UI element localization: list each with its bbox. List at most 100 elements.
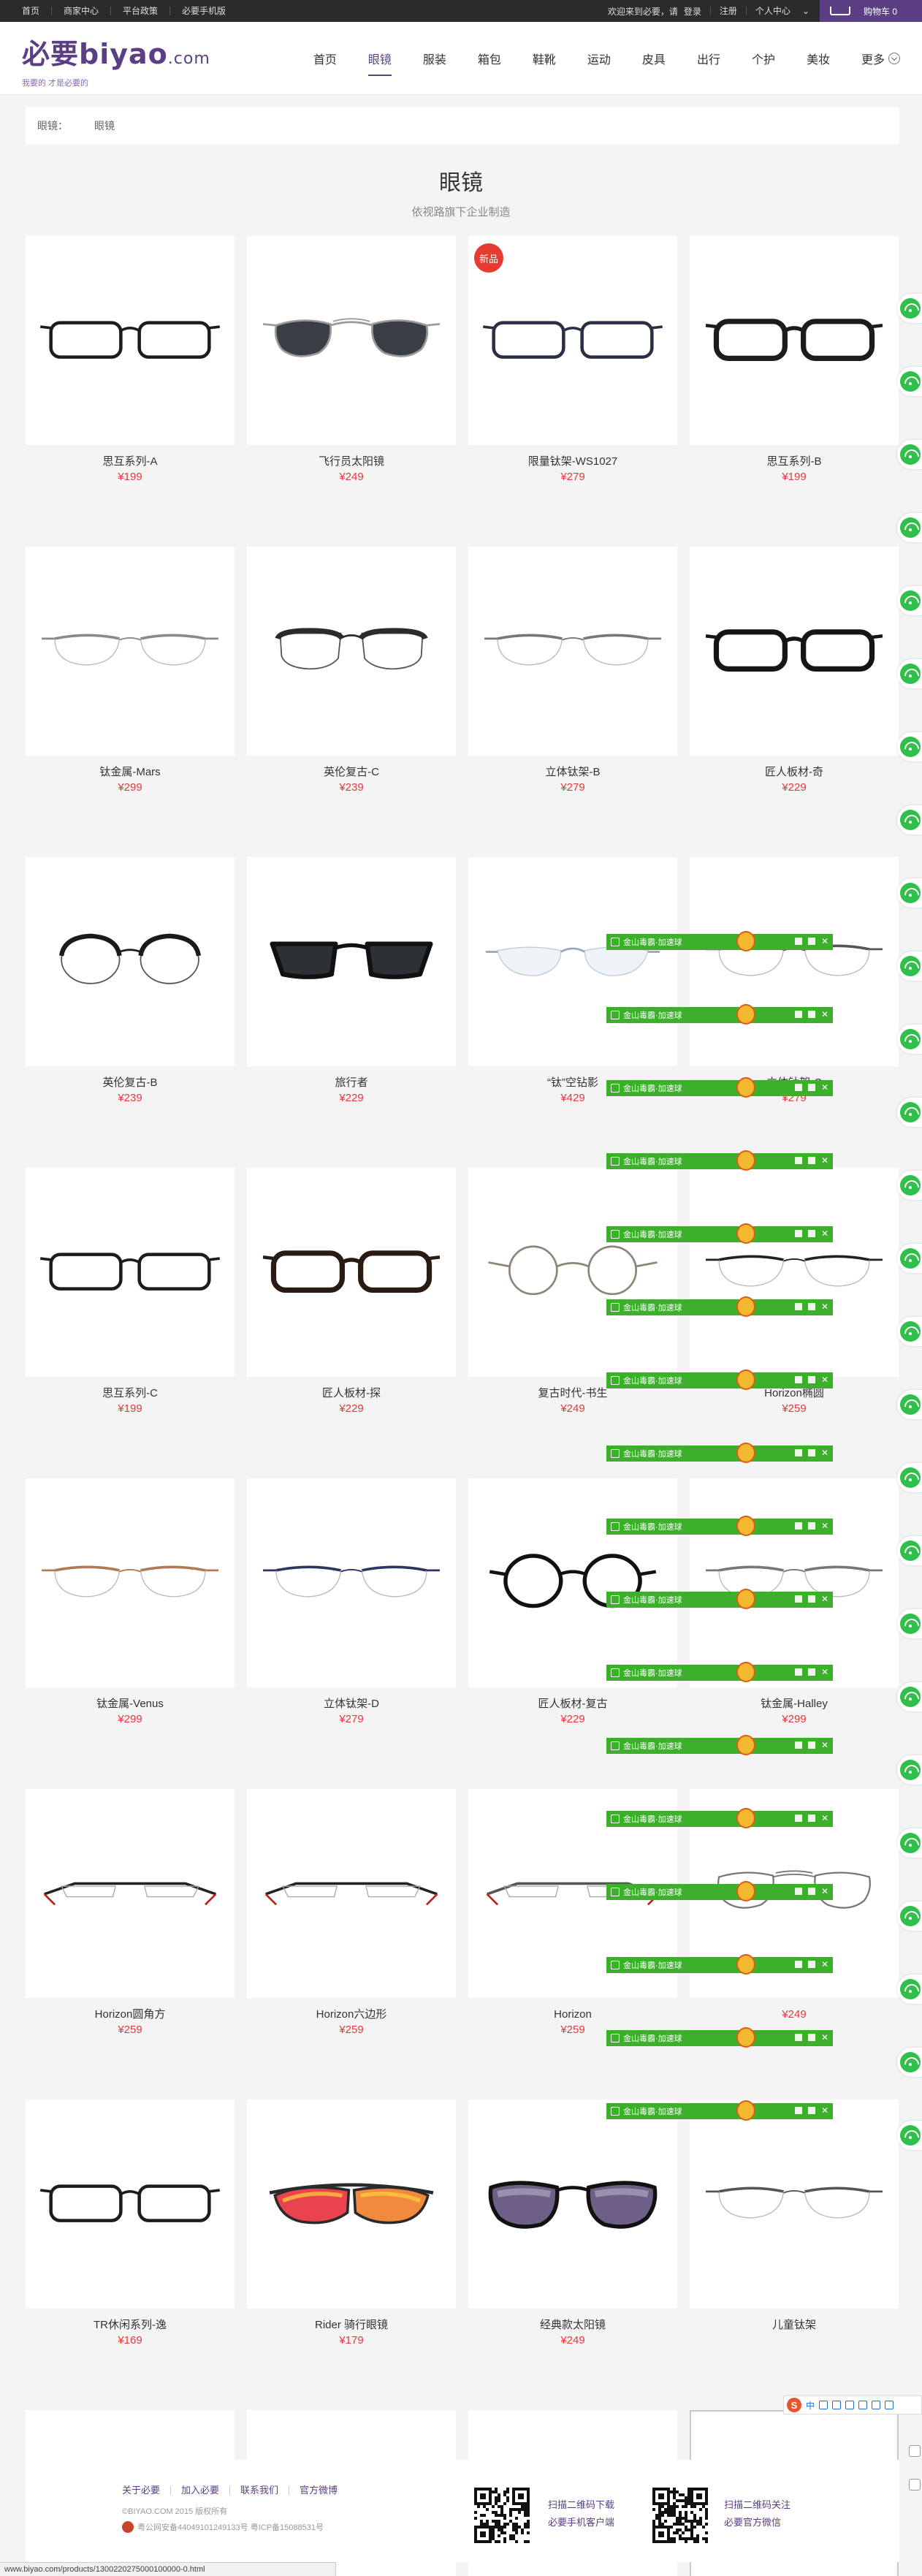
chat-icon[interactable] [807, 1668, 815, 1676]
product-image[interactable] [247, 547, 456, 756]
product-image[interactable] [690, 2100, 899, 2309]
product-name[interactable]: 立体钛架-D [247, 1698, 456, 1711]
product-image[interactable] [468, 547, 677, 756]
product-card[interactable]: 思互系列-B ¥199 [690, 236, 899, 484]
wifi-icon[interactable] [897, 513, 922, 542]
grid-icon[interactable] [794, 1668, 802, 1676]
wifi-icon[interactable] [897, 805, 922, 835]
accelerator-toolbar[interactable]: 金山毒霸·加速球 ✕ [606, 1150, 833, 1171]
product-card[interactable]: 经典款太阳镜 ¥249 [468, 2100, 677, 2347]
product-name[interactable]: 匠人板材-奇 [690, 766, 899, 779]
grid-icon[interactable] [794, 1888, 802, 1895]
accelerator-toolbar[interactable]: 金山毒霸·加速球 ✕ [606, 1443, 833, 1463]
accelerator-toolbar[interactable]: 金山毒霸·加速球 ✕ [606, 1881, 833, 1901]
product-image[interactable] [690, 1478, 899, 1687]
chat-icon[interactable] [807, 1449, 815, 1456]
top-link-policy[interactable]: 平台政策 [111, 7, 171, 15]
app-qr-line2[interactable]: 必要手机客户端 [548, 2514, 614, 2531]
toolbox-icon[interactable] [885, 2401, 894, 2409]
product-name[interactable]: 限量钛架-WS1027 [468, 455, 677, 468]
chat-icon[interactable] [807, 1815, 815, 1822]
user-center-link[interactable]: 个人中心 [745, 7, 799, 15]
product-image[interactable] [690, 236, 899, 445]
product-image[interactable] [26, 2100, 235, 2309]
product-name[interactable]: 儿童钛架 [690, 2319, 899, 2332]
product-image[interactable] [26, 547, 235, 756]
chat-icon[interactable] [807, 1961, 815, 1968]
product-image[interactable] [247, 857, 456, 1066]
product-name[interactable]: 思互系列-C [26, 1387, 235, 1400]
chat-icon[interactable] [807, 2034, 815, 2041]
top-link-mobile[interactable]: 必要手机版 [170, 7, 237, 15]
wifi-icon[interactable] [897, 1609, 922, 1638]
accelerator-toolbar[interactable]: 金山毒霸·加速球 ✕ [606, 1516, 833, 1536]
skin-icon[interactable] [872, 2401, 881, 2409]
product-name[interactable]: 立体钛架-B [468, 766, 677, 779]
wifi-icon[interactable] [897, 1390, 922, 1419]
product-name[interactable]: 钛金属-Halley [690, 1698, 899, 1711]
wifi-icon[interactable] [897, 878, 922, 908]
product-card[interactable]: Rider 骑行眼镜 ¥179 [247, 2100, 456, 2347]
product-image[interactable] [690, 857, 899, 1066]
accelerator-toolbar[interactable]: 金山毒霸·加速球 ✕ [606, 1662, 833, 1682]
grid-icon[interactable] [794, 1157, 802, 1164]
chat-icon[interactable] [807, 938, 815, 945]
close-icon[interactable]: ✕ [821, 1375, 828, 1384]
top-link-home[interactable]: 首页 [22, 7, 53, 15]
chat-icon[interactable] [807, 1011, 815, 1018]
accelerator-toolbar[interactable]: 金山毒霸·加速球 ✕ [606, 1077, 833, 1098]
accelerator-toolbar[interactable]: 金山毒霸·加速球 ✕ [606, 1369, 833, 1390]
grid-icon[interactable] [794, 1815, 802, 1822]
product-card[interactable]: 思互系列-C ¥199 [26, 1168, 235, 1416]
grid-icon[interactable] [794, 1230, 802, 1237]
pen-icon[interactable] [909, 2479, 921, 2490]
wifi-icon[interactable] [897, 440, 922, 469]
nav-leather[interactable]: 皮具 [642, 22, 666, 95]
product-card[interactable]: 英伦复古-C ¥239 [247, 547, 456, 794]
product-card[interactable]: 立体钛架-C¥279 [690, 857, 899, 1105]
wifi-icon[interactable] [897, 951, 922, 981]
wifi-icon[interactable] [897, 1975, 922, 2004]
wifi-icon[interactable] [897, 294, 922, 323]
wifi-icon[interactable] [897, 1098, 922, 1127]
nav-clothing[interactable]: 服装 [423, 22, 446, 95]
accelerator-toolbar[interactable]: 金山毒霸·加速球 ✕ [606, 1589, 833, 1609]
product-name[interactable]: Rider 骑行眼镜 [247, 2319, 456, 2332]
wifi-icon[interactable] [897, 1025, 922, 1054]
close-icon[interactable]: ✕ [821, 1302, 828, 1311]
chat-icon[interactable] [807, 1157, 815, 1164]
product-card[interactable]: Horizon圆角方 ¥259 [26, 1789, 235, 2037]
product-image[interactable] [468, 2100, 677, 2309]
product-name[interactable]: 匠人板材-复古 [468, 1698, 677, 1711]
close-icon[interactable]: ✕ [821, 1595, 828, 1603]
chat-icon[interactable] [807, 1084, 815, 1091]
product-card[interactable]: 英伦复古-B ¥239 [26, 857, 235, 1105]
product-image[interactable] [247, 1168, 456, 1377]
grid-icon[interactable] [794, 1449, 802, 1456]
product-card[interactable]: 立体钛架-B ¥279 [468, 547, 677, 794]
nav-sports[interactable]: 运动 [587, 22, 611, 95]
wifi-icon[interactable] [897, 1536, 922, 1565]
nav-beauty[interactable]: 美妆 [807, 22, 830, 95]
close-icon[interactable]: ✕ [821, 1668, 828, 1676]
grid-icon[interactable] [794, 1961, 802, 1968]
product-name[interactable]: 钛金属-Mars [26, 766, 235, 779]
product-name[interactable]: 钛金属-Venus [26, 1698, 235, 1711]
product-name[interactable]: 匠人板材-探 [247, 1387, 456, 1400]
accelerator-toolbar[interactable]: 金山毒霸·加速球 ✕ [606, 1004, 833, 1025]
product-image[interactable] [468, 1168, 677, 1377]
footer-link-about[interactable]: 关于必要 [122, 2485, 172, 2495]
product-name[interactable]: 旅行者 [247, 1076, 456, 1090]
wechat-qr-line2[interactable]: 必要官方微信 [724, 2514, 790, 2531]
grid-icon[interactable] [794, 1595, 802, 1603]
register-link[interactable]: 注册 [709, 7, 746, 15]
product-image[interactable] [247, 1789, 456, 1998]
product-card[interactable]: 飞行员太阳镜 ¥249 [247, 236, 456, 484]
product-name[interactable]: 英伦复古-C [247, 766, 456, 779]
chat-icon[interactable] [807, 1741, 815, 1749]
ime-toolbar[interactable]: S 中 [783, 2395, 922, 2414]
wifi-icon[interactable] [897, 1171, 922, 1200]
accelerator-toolbar[interactable]: 金山毒霸·加速球 ✕ [606, 1954, 833, 1975]
product-image[interactable] [468, 857, 677, 1066]
product-card[interactable]: 匠人板材-探 ¥229 [247, 1168, 456, 1416]
